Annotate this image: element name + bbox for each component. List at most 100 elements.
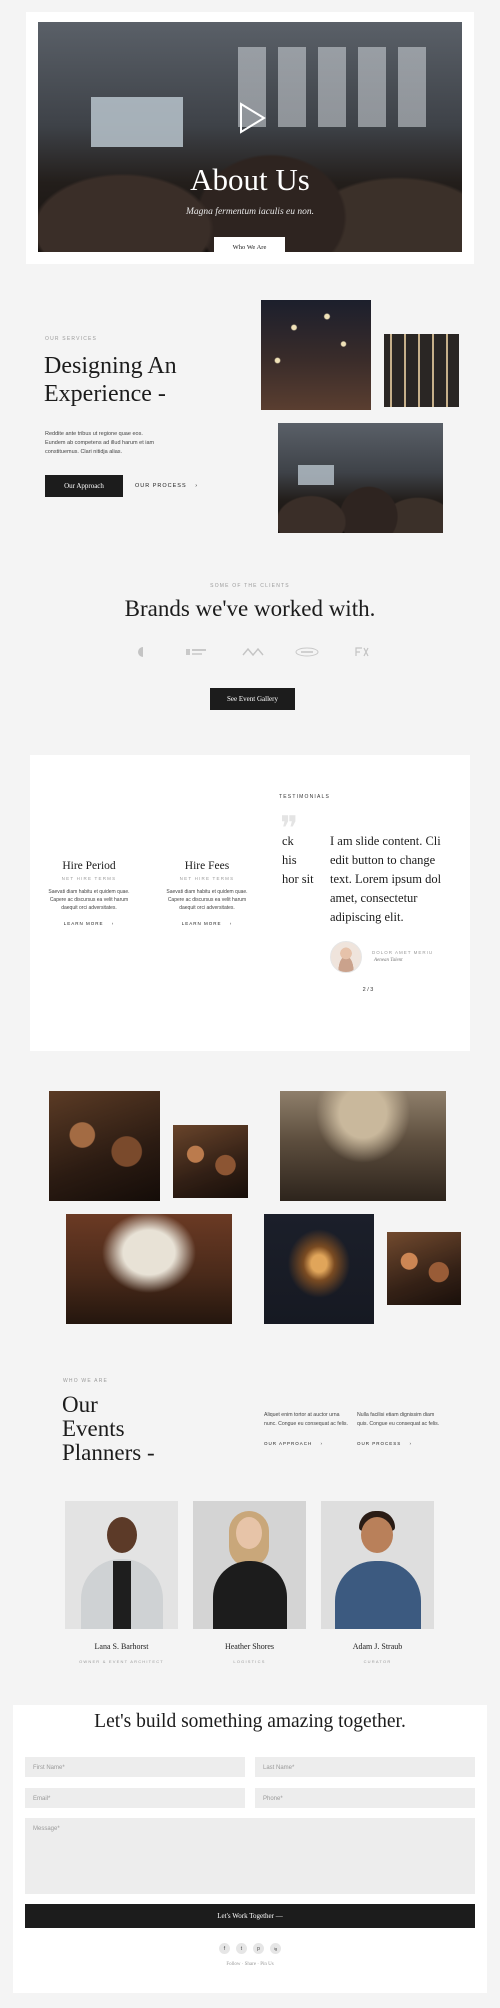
gallery-image-dancers bbox=[173, 1125, 248, 1198]
testimonials-eyebrow: TESTIMONIALS bbox=[279, 794, 331, 800]
see-event-gallery-button[interactable]: See Event Gallery bbox=[210, 688, 295, 710]
team-col1-line1: Aliquet enim tortor at auctor urna bbox=[264, 1412, 340, 1418]
who-we-are-button[interactable]: Who We Are bbox=[214, 237, 285, 257]
team-our-process-label: OUR PROCESS bbox=[357, 1441, 402, 1446]
services-eyebrow: OUR SERVICES bbox=[45, 336, 98, 342]
client-logo-4 bbox=[295, 646, 319, 658]
feature-hire-fees: Hire Fees NET HIRE TERMS Saevati diam ha… bbox=[163, 860, 251, 926]
first-name-field[interactable]: First Name* bbox=[25, 1757, 245, 1777]
services-heading-line1: Designing An bbox=[44, 353, 177, 379]
team-eyebrow: WHO WE ARE bbox=[63, 1378, 109, 1384]
testimonial-prev-slide: ck his hor sit bbox=[282, 832, 320, 892]
feature-title: Hire Fees bbox=[184, 860, 230, 872]
avatar bbox=[330, 941, 362, 973]
team-photo-lana bbox=[65, 1501, 178, 1629]
feature-body-line1: Saevati diam habitu et quidem quae. bbox=[166, 889, 248, 895]
twitter-icon[interactable]: t bbox=[236, 1943, 247, 1954]
team-heading-line2: Events bbox=[62, 1416, 125, 1441]
client-logo-5 bbox=[354, 646, 370, 658]
last-name-field[interactable]: Last Name* bbox=[255, 1757, 475, 1777]
learn-more-link[interactable]: LEARN MORE › bbox=[45, 921, 133, 926]
our-process-link[interactable]: OUR PROCESS › bbox=[135, 483, 198, 489]
our-approach-button[interactable]: Our Approach bbox=[45, 475, 123, 497]
team-name-lana: Lana S. Barhorst bbox=[94, 1642, 149, 1651]
team-photo-adam bbox=[321, 1501, 434, 1629]
team-role-heather: LOGISTICS bbox=[233, 1659, 266, 1664]
conference-screen bbox=[298, 465, 334, 485]
play-icon[interactable] bbox=[238, 102, 266, 134]
feature-body-line2: Capere ac discursus ea velit harum bbox=[167, 897, 247, 903]
prev-line3: hor sit bbox=[282, 872, 314, 886]
slide-line4: amet, consectetur bbox=[330, 891, 418, 905]
gallery-image-window-hall bbox=[66, 1214, 232, 1324]
contact-heading: Let's build something amazing together. bbox=[94, 1711, 406, 1732]
feature-eyebrow: NET HIRE TERMS bbox=[61, 876, 117, 881]
team-col1-line2: nunc. Congue eu consequat ac felis. bbox=[264, 1421, 348, 1427]
chevron-right-icon: › bbox=[229, 921, 233, 926]
testimonial-pager[interactable]: 2 / 3 bbox=[356, 987, 380, 993]
slide-line5: adipiscing elit. bbox=[330, 910, 404, 924]
hero-windows bbox=[238, 47, 438, 127]
slide-line2: edit button to change bbox=[330, 853, 436, 867]
testimonial-slide[interactable]: I am slide content. Cli edit button to c… bbox=[330, 832, 456, 932]
feature-title: Hire Period bbox=[62, 860, 116, 872]
services-body-line1: Reddite ante tribus ut regione quae eos. bbox=[45, 431, 143, 437]
our-process-label: OUR PROCESS bbox=[135, 483, 187, 489]
hero-screen bbox=[91, 97, 183, 147]
slide-line1: I am slide content. Cli bbox=[330, 834, 441, 848]
learn-more-link[interactable]: LEARN MORE › bbox=[163, 921, 251, 926]
team-name-adam: Adam J. Straub bbox=[352, 1642, 403, 1651]
follow-text: Follow · Share · Pin Us bbox=[226, 1962, 274, 1967]
hero-image: About Us Magna fermentum iaculis eu non. bbox=[38, 22, 462, 252]
portrait-head bbox=[107, 1517, 137, 1553]
team-role-adam: CURATOR bbox=[363, 1659, 392, 1664]
prev-line1: ck bbox=[282, 834, 294, 848]
chevron-right-icon: › bbox=[111, 921, 115, 926]
portrait-body bbox=[335, 1561, 421, 1629]
concert-crowd-image bbox=[261, 300, 371, 410]
client-logo-1 bbox=[135, 646, 151, 658]
facebook-icon[interactable]: f bbox=[219, 1943, 230, 1954]
team-col2-line2: quis. Congue eu consequat ac felis. bbox=[357, 1421, 440, 1427]
social-icons: f t p ig bbox=[218, 1943, 282, 1955]
portrait-shirt bbox=[113, 1561, 131, 1629]
portrait-head bbox=[236, 1517, 262, 1549]
gallery-image-lounge bbox=[49, 1091, 160, 1201]
testimonial-author-name: Dolor Amet Meriu bbox=[372, 950, 434, 955]
gallery-image-chandelier bbox=[264, 1214, 374, 1324]
chevron-right-icon: › bbox=[320, 1441, 324, 1446]
clients-heading: Brands we've worked with. bbox=[124, 596, 376, 621]
team-role-lana: OWNER & EVENT ARCHITECT bbox=[79, 1659, 164, 1664]
pinterest-icon[interactable]: p bbox=[253, 1943, 264, 1954]
client-logo-3 bbox=[242, 646, 264, 658]
chevron-right-icon: › bbox=[195, 483, 199, 489]
hero-title: About Us bbox=[190, 162, 310, 197]
chevron-right-icon: › bbox=[409, 1441, 413, 1446]
team-name-heather: Heather Shores bbox=[224, 1642, 275, 1651]
clients-eyebrow: SOME OF THE CLIENTS bbox=[210, 583, 290, 589]
services-body-line2: Eundem ab competens ad illud harum et ia… bbox=[45, 440, 155, 446]
team-our-approach-link[interactable]: OUR APPROACH › bbox=[264, 1441, 323, 1446]
submit-button[interactable]: Let's Work Together — bbox=[25, 1904, 475, 1928]
learn-more-label: LEARN MORE bbox=[63, 921, 104, 926]
gallery-image-staircase bbox=[387, 1232, 461, 1305]
bar-bottles-image bbox=[384, 334, 459, 407]
message-field[interactable]: Message* bbox=[25, 1818, 475, 1894]
gallery-image-grand-hall bbox=[280, 1091, 446, 1201]
testimonial-author-role: Aenean Talent bbox=[374, 958, 403, 963]
team-heading-line3: Planners - bbox=[62, 1440, 155, 1465]
phone-field[interactable]: Phone* bbox=[255, 1788, 475, 1808]
conference-hall-image bbox=[278, 423, 443, 533]
client-logo-2 bbox=[185, 646, 207, 658]
instagram-icon[interactable]: ig bbox=[270, 1943, 281, 1954]
learn-more-label: LEARN MORE bbox=[181, 921, 222, 926]
team-our-approach-label: OUR APPROACH bbox=[264, 1441, 313, 1446]
team-photo-heather bbox=[193, 1501, 306, 1629]
portrait-body bbox=[213, 1561, 287, 1629]
services-heading-line2: Experience - bbox=[44, 381, 166, 407]
email-field[interactable]: Email* bbox=[25, 1788, 245, 1808]
feature-body-line1: Saevati diam habitu et quidem quae. bbox=[48, 889, 130, 895]
slide-line3: text. Lorem ipsum dol bbox=[330, 872, 442, 886]
portrait-head bbox=[361, 1517, 393, 1553]
team-our-process-link[interactable]: OUR PROCESS › bbox=[357, 1441, 412, 1446]
